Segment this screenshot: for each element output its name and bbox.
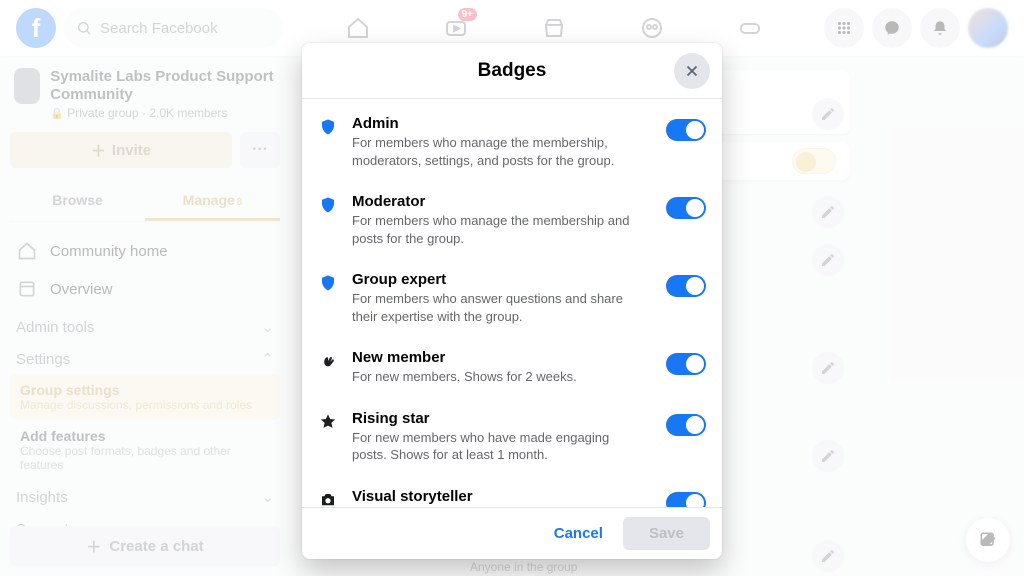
badge-text: New member For new members. Shows for 2 w…	[352, 349, 652, 386]
badge-text: Group expert For members who answer quest…	[352, 271, 652, 325]
badge-row-new-member: New member For new members. Shows for 2 w…	[318, 339, 706, 400]
badge-desc: For members who manage the membership an…	[352, 212, 642, 247]
badge-name: Group expert	[352, 271, 642, 288]
badge-toggle[interactable]	[666, 353, 706, 375]
badge-toggle[interactable]	[666, 492, 706, 507]
badge-desc: For new members. Shows for 2 weeks.	[352, 368, 642, 386]
badge-name: Visual storyteller	[352, 488, 642, 505]
badge-row-visual-storyteller: Visual storytellerFor people who share e…	[318, 478, 706, 507]
shield-icon	[318, 273, 338, 293]
camera-icon	[318, 490, 338, 507]
badge-desc: For members who answer questions and sha…	[352, 290, 642, 325]
shield-icon	[318, 117, 338, 137]
cancel-button[interactable]: Cancel	[542, 517, 615, 550]
close-button[interactable]	[674, 53, 710, 89]
badge-desc: For new members who have made engaging p…	[352, 429, 642, 464]
badge-toggle[interactable]	[666, 197, 706, 219]
badge-text: Admin For members who manage the membersh…	[352, 115, 652, 169]
badge-row-rising-star: Rising star For new members who have made…	[318, 400, 706, 478]
badge-row-group-expert: Group expert For members who answer quest…	[318, 261, 706, 339]
badge-row-moderator: Moderator For members who manage the memb…	[318, 183, 706, 261]
badge-toggle[interactable]	[666, 414, 706, 436]
badge-name: Moderator	[352, 193, 642, 210]
close-icon	[683, 62, 701, 80]
wave-icon	[318, 351, 338, 371]
badge-name: New member	[352, 349, 642, 366]
badge-text: Rising star For new members who have made…	[352, 410, 652, 464]
badge-row-admin: Admin For members who manage the membersh…	[318, 105, 706, 183]
modal-footer: Cancel Save	[302, 507, 722, 559]
save-button[interactable]: Save	[623, 517, 710, 550]
badge-name: Rising star	[352, 410, 642, 427]
badge-name: Admin	[352, 115, 642, 132]
badge-text: Moderator For members who manage the memb…	[352, 193, 652, 247]
badge-text: Visual storytellerFor people who share e…	[352, 488, 652, 507]
badge-toggle[interactable]	[666, 275, 706, 297]
modal-title: Badges	[478, 60, 547, 82]
modal-header: Badges	[302, 43, 722, 99]
badge-desc: For members who manage the membership, m…	[352, 134, 642, 169]
modal-body: Admin For members who manage the membersh…	[302, 99, 722, 507]
badge-toggle[interactable]	[666, 119, 706, 141]
badges-modal: Badges Admin For members who manage the m…	[302, 43, 722, 559]
star-icon	[318, 412, 338, 432]
shield-icon	[318, 195, 338, 215]
